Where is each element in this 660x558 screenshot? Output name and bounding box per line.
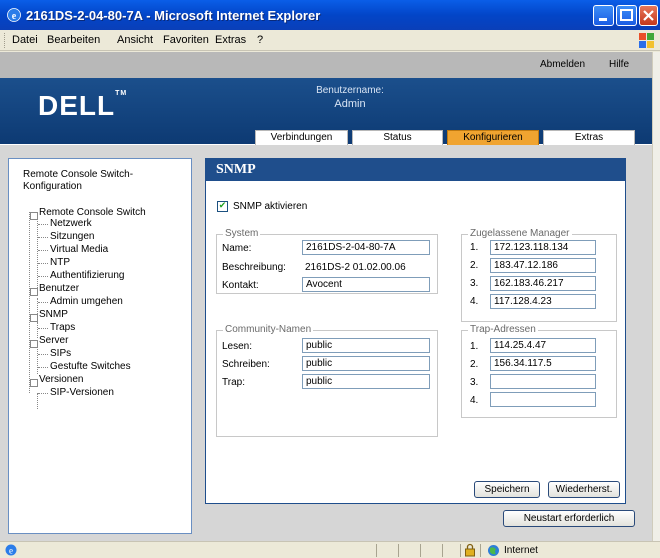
system-group-label: System (223, 228, 261, 239)
tab-status[interactable]: Status (352, 130, 443, 145)
managers-group-label: Zugelassene Manager (468, 228, 572, 239)
trap-addresses-group-label: Trap-Adressen (468, 324, 538, 335)
manager-4-num: 4. (470, 296, 479, 307)
read-community-field[interactable]: public (302, 338, 430, 353)
tree-admin-umgehen[interactable]: Admin umgehen (38, 296, 123, 307)
window-title-bar[interactable]: e 2161DS-2-04-80-7A - Microsoft Internet… (0, 0, 660, 30)
zone-label: Internet (504, 545, 538, 556)
menu-extras[interactable]: Extras (215, 34, 246, 46)
tree-server[interactable]: Server (29, 335, 68, 348)
lock-icon (465, 543, 475, 557)
community-group-label: Community-Namen (223, 324, 314, 335)
menu-favoriten[interactable]: Favoriten (163, 34, 209, 46)
menu-help[interactable]: ? (257, 34, 263, 46)
snmp-enable-label: SNMP aktivieren (233, 201, 308, 212)
tab-verbindungen[interactable]: Verbindungen (255, 130, 348, 145)
trap-address-2-field[interactable]: 156.34.117.5 (490, 356, 596, 371)
vertical-scrollbar[interactable] (652, 52, 660, 541)
internet-explorer-icon: e (7, 8, 21, 22)
menu-ansicht[interactable]: Ansicht (117, 34, 153, 46)
sidebar-panel: Remote Console Switch-Konfiguration Remo… (8, 158, 192, 534)
tree-traps[interactable]: Traps (37, 322, 75, 333)
username-value: Admin (334, 98, 366, 110)
contact-field[interactable]: Avocent (302, 277, 430, 292)
toolbar-grip[interactable] (4, 33, 7, 48)
tree-netzwerk[interactable]: Netzwerk (38, 218, 92, 229)
description-label: Beschreibung: (222, 262, 286, 273)
tree-ntp[interactable]: NTP (38, 257, 70, 268)
tree-benutzer[interactable]: Benutzer (29, 283, 79, 296)
checkmark-icon: ✔ (218, 201, 227, 211)
tree-versionen[interactable]: Versionen (29, 374, 83, 387)
minimize-button[interactable] (593, 5, 614, 26)
read-label: Lesen: (222, 341, 253, 352)
top-link-strip: Abmelden Hilfe (0, 52, 652, 78)
trap-address-4-field[interactable] (490, 392, 596, 407)
manager-1-field[interactable]: 172.123.118.134 (490, 240, 596, 255)
snmp-enable-checkbox[interactable]: ✔ (217, 201, 228, 212)
write-community-field[interactable]: public (302, 356, 430, 371)
manager-2-num: 2. (470, 260, 479, 271)
status-bar: e Internet (0, 541, 660, 558)
manager-3-field[interactable]: 162.183.46.217 (490, 276, 596, 291)
tree-sips[interactable]: SIPs (37, 348, 71, 359)
trap-address-3-num: 3. (470, 377, 479, 388)
name-field[interactable]: 2161DS-2-04-80-7A (302, 240, 430, 255)
menu-bar: Datei Bearbeiten Ansicht Favoriten Extra… (0, 30, 660, 51)
tree-sip-versionen[interactable]: SIP-Versionen (38, 387, 114, 398)
manager-4-field[interactable]: 117.128.4.23 (490, 294, 596, 309)
logout-link[interactable]: Abmelden (540, 59, 585, 70)
help-link[interactable]: Hilfe (609, 59, 629, 70)
svg-text:e: e (12, 11, 17, 22)
write-label: Schreiben: (222, 359, 270, 370)
window-title: 2161DS-2-04-80-7A - Microsoft Internet E… (26, 8, 321, 23)
restart-required-button[interactable]: Neustart erforderlich (503, 510, 635, 527)
tree-authentifizierung[interactable]: Authentifizierung (38, 270, 125, 281)
save-button[interactable]: Speichern (474, 481, 540, 498)
minimize-icon (599, 18, 607, 21)
tree-sitzungen[interactable]: Sitzungen (37, 231, 94, 242)
panel-title: SNMP (206, 159, 625, 181)
trap-address-1-num: 1. (470, 341, 479, 352)
maximize-button[interactable] (616, 5, 637, 26)
name-label: Name: (222, 243, 252, 254)
description-value: 2161DS-2 01.02.00.06 (305, 262, 406, 273)
tab-extras[interactable]: Extras (543, 130, 635, 145)
close-icon (643, 10, 654, 21)
tree-remote-console-switch[interactable]: Remote Console Switch (30, 207, 146, 220)
windows-logo-icon (639, 33, 654, 48)
manager-3-num: 3. (470, 278, 479, 289)
sidebar-heading: Remote Console Switch-Konfiguration (23, 169, 134, 192)
close-button[interactable] (639, 5, 658, 26)
dell-logo: DELLTM (38, 90, 128, 121)
trap-address-1-field[interactable]: 114.25.4.47 (490, 338, 596, 353)
trap-label: Trap: (222, 377, 245, 388)
manager-2-field[interactable]: 183.47.12.186 (490, 258, 596, 273)
restore-button[interactable]: Wiederherst. (548, 481, 620, 498)
internet-zone-icon (488, 545, 499, 556)
trap-address-3-field[interactable] (490, 374, 596, 389)
username-label: Benutzername: (316, 85, 384, 96)
tree-gestufte-switches[interactable]: Gestufte Switches (38, 361, 131, 372)
contact-label: Kontakt: (222, 280, 259, 291)
tree-virtual-media[interactable]: Virtual Media (37, 244, 108, 255)
tree-snmp[interactable]: SNMP (30, 309, 68, 322)
menu-bearbeiten[interactable]: Bearbeiten (47, 34, 100, 46)
menu-datei[interactable]: Datei (12, 34, 38, 46)
manager-1-num: 1. (470, 242, 479, 253)
web-page: Abmelden Hilfe DELLTM Benutzername: Admi… (0, 52, 652, 541)
trap-community-field[interactable]: public (302, 374, 430, 389)
trap-address-4-num: 4. (470, 395, 479, 406)
trap-address-2-num: 2. (470, 359, 479, 370)
maximize-icon (620, 9, 633, 21)
tab-konfigurieren[interactable]: Konfigurieren (447, 130, 539, 145)
svg-text:e: e (9, 546, 13, 556)
page-icon: e (5, 544, 17, 556)
snmp-panel: SNMP ✔ SNMP aktivieren System Name: 2161… (205, 158, 626, 504)
